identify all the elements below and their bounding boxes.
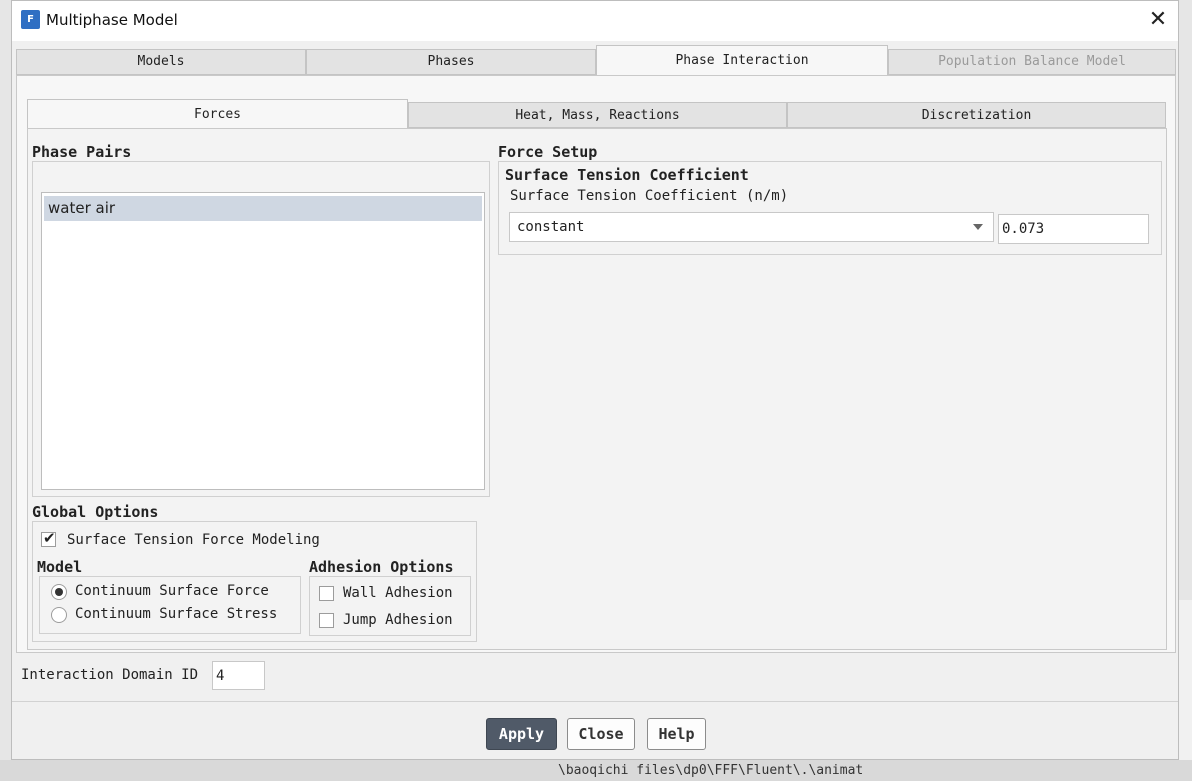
window-title: Multiphase Model [46, 11, 178, 29]
adhesion-options-title: Adhesion Options [309, 558, 454, 576]
background-console-text: \baoqichi files\dp0\FFF\Fluent\.\animat [558, 763, 864, 778]
wall-adhesion-checkbox[interactable] [319, 586, 334, 601]
help-button[interactable]: Help [647, 718, 706, 750]
tab-phase-interaction[interactable]: Phase Interaction [596, 45, 888, 76]
surface-tension-field-label: Surface Tension Coefficient (n/m) [510, 188, 789, 204]
surface-tension-modeling-checkbox[interactable]: ✔ [41, 529, 56, 547]
multiphase-model-dialog: F Multiphase Model ✕ Models Phases Phase… [11, 0, 1179, 760]
surface-tension-modeling-label: Surface Tension Force Modeling [67, 532, 320, 548]
surface-tension-method-value: constant [517, 219, 585, 235]
footer-divider [12, 701, 1178, 702]
fluent-app-icon: F [21, 10, 40, 29]
model-group: Continuum Surface Force Continuum Surfac… [39, 576, 301, 634]
check-icon: ✔ [43, 529, 56, 547]
continuum-surface-stress-label: Continuum Surface Stress [75, 606, 278, 622]
wall-adhesion-label: Wall Adhesion [343, 585, 453, 601]
global-options-title: Global Options [32, 503, 159, 521]
model-title: Model [37, 558, 83, 576]
force-setup-title: Force Setup [498, 143, 598, 161]
forces-panel: Phase Pairs water air Force Setup Surfac… [27, 128, 1167, 650]
tab-population-balance-model[interactable]: Population Balance Model [888, 49, 1176, 75]
adhesion-options-group: Wall Adhesion Jump Adhesion [309, 576, 471, 636]
list-item[interactable]: water air [44, 196, 482, 221]
background-app-edge [1178, 600, 1192, 760]
surface-tension-group-title: Surface Tension Coefficient [505, 166, 749, 184]
close-window-icon[interactable]: ✕ [1146, 8, 1170, 32]
surface-tension-method-select[interactable]: constant [509, 212, 994, 242]
apply-button[interactable]: Apply [486, 718, 557, 750]
tab-phases[interactable]: Phases [306, 49, 596, 75]
radio-selected-dot [55, 588, 63, 596]
tab-discretization[interactable]: Discretization [787, 102, 1166, 128]
phase-pairs-list[interactable]: water air [41, 192, 485, 490]
global-options-group: ✔ Surface Tension Force Modeling Model C… [32, 521, 477, 642]
continuum-surface-stress-radio[interactable] [51, 607, 67, 623]
jump-adhesion-checkbox[interactable] [319, 613, 334, 628]
jump-adhesion-label: Jump Adhesion [343, 612, 453, 628]
continuum-surface-force-radio[interactable] [51, 584, 67, 600]
tab-forces[interactable]: Forces [27, 99, 408, 129]
phase-interaction-panel: Forces Heat, Mass, Reactions Discretizat… [16, 75, 1176, 653]
tab-models[interactable]: Models [16, 49, 306, 75]
interaction-domain-id-input[interactable] [212, 661, 265, 690]
phase-pairs-title: Phase Pairs [32, 143, 132, 161]
surface-tension-group: Surface Tension Coefficient Surface Tens… [498, 161, 1162, 255]
phase-pairs-group: water air [32, 161, 490, 497]
close-button[interactable]: Close [567, 718, 635, 750]
dropdown-arrow-icon [973, 224, 983, 230]
interaction-domain-label: Interaction Domain ID [21, 667, 199, 683]
surface-tension-value-input[interactable] [998, 214, 1149, 244]
continuum-surface-force-label: Continuum Surface Force [75, 583, 269, 599]
title-bar: F Multiphase Model ✕ [12, 1, 1178, 41]
tab-heat-mass-reactions[interactable]: Heat, Mass, Reactions [408, 102, 787, 128]
